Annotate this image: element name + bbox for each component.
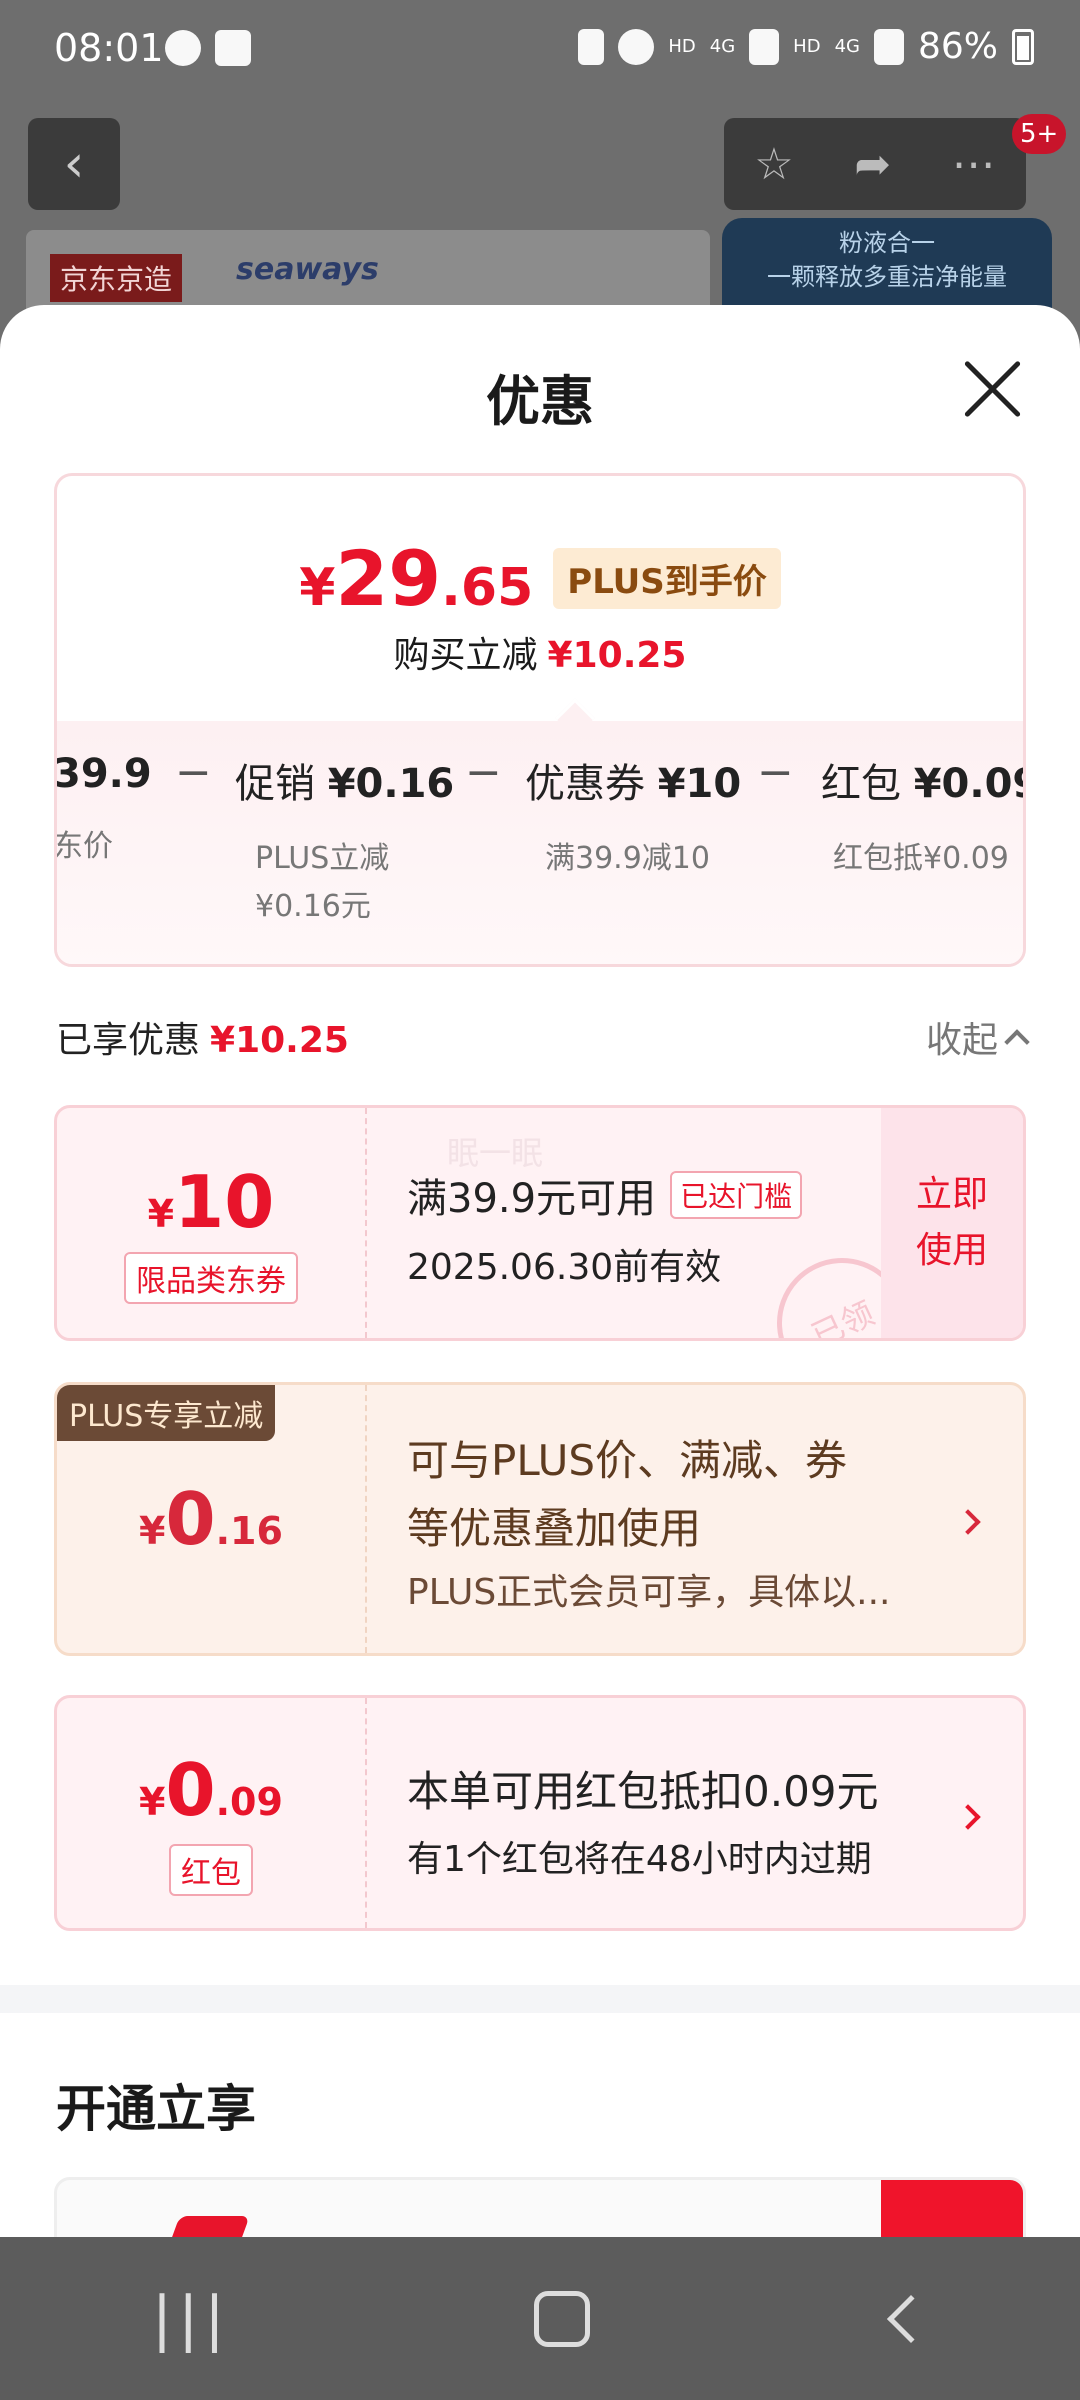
price-currency: ¥ [299,558,336,618]
hd-indicator-2: HD [793,35,821,57]
price-summary-card: ¥29.65 PLUS到手价 购买立减 ¥10.25 39.9 东价 − 促销 ¥… [54,473,1026,967]
chevron-up-icon [1004,1029,1030,1055]
wechat-icon [165,30,201,66]
jd-coupon-card[interactable]: ¥10 限品类东券 眠一眠 满39.9元可用 已达门槛 2025.06.30前有… [54,1105,1026,1341]
membership-offer-card[interactable] [54,2177,1026,2237]
chevron-right-icon [955,1804,981,1830]
breakdown-promotion: 促销 ¥0.16 PLUS立减 ¥0.16元 [235,751,454,931]
redpacket-value: ¥0.09 [913,761,1023,807]
redpacket-card[interactable]: ¥0.09 红包 本单可用红包抵扣0.09元 有1个红包将在48小时内过期 [54,1695,1026,1931]
open-membership-title: 开通立享 [56,2080,256,2138]
chevron-left-icon: ‹ [63,134,85,194]
plus-exclusive-label: PLUS专享立减 [57,1385,276,1441]
share-icon[interactable]: ➦ [854,139,891,190]
chevron-right-icon [955,1509,981,1535]
sheet-title: 优惠 [486,370,594,433]
battery-icon [1012,28,1034,65]
discount-sheet: 优惠 ¥29.65 PLUS到手价 购买立减 ¥10.25 39.9 东价 − 促… [0,305,1080,2237]
battery-saver-icon [578,28,605,65]
collapse-label: 收起 [925,1020,998,1061]
background-page-header: ‹ ☆ ➦ ⋯ 5+ 京东京造 seaways 粉液合一 一颗释放多重洁净能量 [0,100,1080,330]
recents-icon[interactable]: ||| [152,2284,231,2354]
coupon-condition: 满39.9元可用 [407,1176,657,1222]
minus-sign-2: − [465,747,502,798]
coupon-label: 优惠券 [525,761,645,807]
reduce-label: 购买立减 [393,635,538,676]
price-decimal: .65 [441,558,534,618]
enjoyed-discount: 已享优惠 ¥10.25 [56,1011,349,1063]
coupon-sub: 满39.9减10 [545,841,710,876]
breakdown-coupon: 优惠券 ¥10 满39.9减10 [525,751,741,883]
offer-action-button[interactable] [881,2180,1023,2237]
network-type-1: 4G [709,35,736,57]
enjoyed-value: ¥10.25 [210,1020,349,1061]
back-button[interactable]: ‹ [28,118,120,210]
hd-indicator-1: HD [668,35,696,57]
coupon-amount: ¥10 [147,1160,275,1244]
plus-amount: ¥0.16 [139,1477,283,1561]
signal-icon [749,28,780,65]
star-icon[interactable]: ☆ [754,139,793,190]
seaways-logo: seaways [236,252,379,287]
threshold-reached-badge: 已达门槛 [670,1171,803,1219]
jd-brand-logo: 京东京造 [50,254,183,302]
price-breakdown: 39.9 东价 − 促销 ¥0.16 PLUS立减 ¥0.16元 − 优惠券 ¥… [54,721,1023,964]
promo-banner-line2: 一颗释放多重洁净能量 [767,263,1007,291]
battery-percent: 86% [917,26,998,67]
plus-price-tag: PLUS到手价 [553,548,781,609]
minus-sign-3: − [757,747,794,798]
status-bar: 08:01 HD 4G HD 4G 86% [0,0,1080,100]
signal-icon-2 [873,28,904,65]
status-time: 08:01 [54,26,164,70]
purchase-reduction: 购买立减 ¥10.25 [57,626,1023,678]
promotion-label: 促销 [235,761,315,807]
breakdown-original-price: 39.9 东价 [54,751,152,871]
more-icon[interactable]: ⋯ [952,139,996,190]
back-icon[interactable] [887,2294,936,2343]
redpacket-desc-line1: 本单可用红包抵扣0.09元 [407,1767,879,1816]
price-integer: 29 [335,534,442,623]
plus-desc-line3: PLUS正式会员可享，具体以... [407,1572,891,1613]
original-price-value: 39.9 [54,751,152,797]
offer-icon [154,2216,250,2237]
home-icon[interactable] [534,2290,591,2347]
redpacket-sub: 红包抵¥0.09 [833,841,1009,876]
redpacket-label: 红包 [821,761,901,807]
alarm-icon [618,28,655,65]
redpacket-desc-line2: 有1个红包将在48小时内过期 [407,1839,872,1880]
close-icon[interactable] [960,357,1024,421]
redpacket-type-badge: 红包 [169,1844,253,1896]
header-actions: ☆ ➦ ⋯ [724,118,1026,210]
promotion-value: ¥0.16 [327,761,455,807]
promotion-sub1: PLUS立减 [255,841,390,876]
plus-discount-card[interactable]: PLUS专享立减 ¥0.16 可与PLUS价、满减、券 等优惠叠加使用 PLUS… [54,1382,1026,1656]
reduce-value: ¥10.25 [547,635,687,676]
coupon-validity: 2025.06.30前有效 [407,1247,722,1288]
use-now-button[interactable]: 立即 使用 [881,1108,1023,1338]
clock-app-icon [215,30,251,66]
plus-desc-line1: 可与PLUS价、满减、券 [407,1436,848,1485]
navigation-bar: ||| [0,2237,1080,2400]
minus-sign-1: − [175,747,212,798]
collapse-button[interactable]: 收起 [925,1011,1030,1063]
redpacket-amount: ¥0.09 [139,1748,283,1832]
promo-banner-line1: 粉液合一 [839,229,935,257]
original-price-label: 东价 [54,829,113,864]
message-badge: 5+ [1012,114,1067,154]
breakdown-redpacket: 红包 ¥0.09 红包抵¥0.09 [821,751,1023,883]
coupon-value: ¥10 [657,761,742,807]
plus-desc-line2: 等优惠叠加使用 [407,1504,702,1553]
promotion-sub2: ¥0.16元 [255,889,371,924]
network-type-2: 4G [834,35,860,57]
final-price: ¥29.65 PLUS到手价 [57,534,1023,623]
section-divider [0,1985,1080,2013]
enjoyed-label: 已享优惠 [56,1020,201,1061]
coupon-type-badge: 限品类东券 [124,1252,298,1304]
